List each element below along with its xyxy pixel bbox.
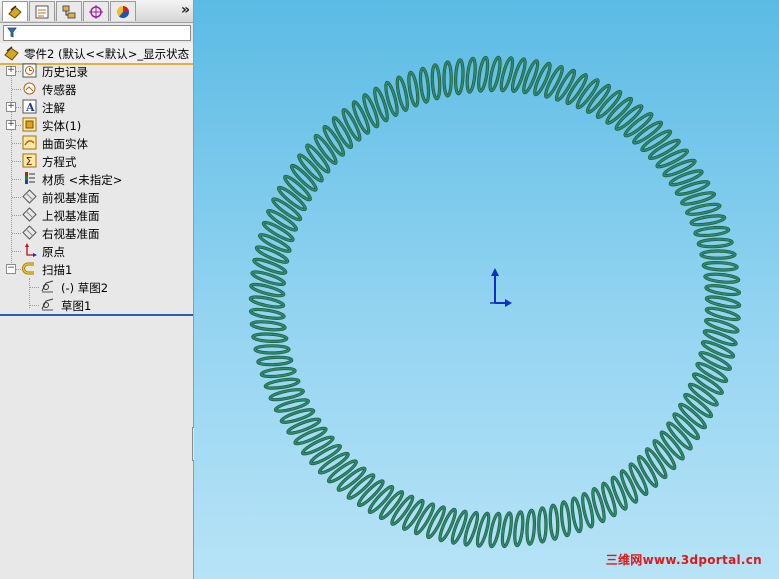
- tab-featuremanager[interactable]: [2, 1, 28, 21]
- tree-item-label: 扫描1: [42, 263, 73, 277]
- equation-icon: Σ: [22, 153, 37, 168]
- material-icon: [25, 172, 35, 184]
- tree-item-label: 方程式: [42, 155, 77, 169]
- tree-item-label: 历史记录: [42, 65, 88, 79]
- tree-item[interactable]: 曲面实体: [0, 134, 193, 152]
- tree-item[interactable]: 材质 <未指定>: [0, 170, 193, 188]
- property-manager-icon: [35, 5, 49, 19]
- sensor-icon: [23, 82, 36, 95]
- sketch-icon: [41, 298, 54, 311]
- spring-coil-highlight: [264, 378, 300, 390]
- plane-icon: [22, 189, 37, 204]
- expand-toggle[interactable]: +: [6, 120, 16, 130]
- tree-item-label: 曲面实体: [42, 137, 88, 151]
- solid-body-icon: [22, 117, 37, 132]
- tree-item[interactable]: 传感器: [0, 80, 193, 98]
- tree-child-item[interactable]: (-) 草图2: [0, 278, 193, 296]
- expand-toggle[interactable]: +: [6, 102, 16, 112]
- tree-item[interactable]: 上视基准面: [0, 206, 193, 224]
- annotation-icon: A: [22, 99, 37, 114]
- tree-item-label: 上视基准面: [42, 209, 100, 223]
- tree-connector: [16, 269, 21, 270]
- tree-connector: [30, 305, 39, 306]
- tree-item-label: 右视基准面: [42, 227, 100, 241]
- tree-item-label: 前视基准面: [42, 191, 100, 205]
- tree-connector: [12, 197, 21, 198]
- spring-coil-highlight: [249, 308, 286, 320]
- sweep-icon: [22, 262, 34, 275]
- filter-icon: [7, 27, 17, 38]
- tree-item[interactable]: + 历史记录: [0, 62, 193, 80]
- tree-connector: [16, 125, 21, 126]
- svg-text:Σ: Σ: [26, 155, 33, 168]
- tree-item[interactable]: 前视基准面: [0, 188, 193, 206]
- spring-coil-highlight: [407, 71, 419, 107]
- tree-connector: [12, 251, 21, 252]
- tree-item[interactable]: 原点: [0, 242, 193, 260]
- rollback-bar[interactable]: [0, 314, 193, 316]
- feature-manager-panel: » 零件2 (默认<<默认>_显示状态 + 历史记录传感器 + A 注解 + 实体(1) 曲面…: [0, 0, 199, 579]
- tree-item-label: (-) 草图2: [61, 281, 109, 295]
- graphics-viewport[interactable]: 三维网www.3dportal.cn: [194, 0, 779, 579]
- tree-connector: [12, 233, 21, 234]
- expand-toggle[interactable]: +: [6, 66, 16, 76]
- collapse-toggle[interactable]: −: [6, 264, 16, 274]
- tree-item-label: 材质 <未指定>: [42, 173, 123, 187]
- tree-connector: [16, 107, 21, 108]
- svg-text:A: A: [25, 101, 35, 114]
- tab-configurationmanager[interactable]: [56, 1, 82, 21]
- tree-connector: [12, 161, 21, 162]
- tree-item[interactable]: − 扫描1: [0, 260, 193, 278]
- part-icon: [4, 46, 19, 61]
- plane-icon: [22, 225, 37, 240]
- spring-coil-highlight: [704, 284, 741, 296]
- filter-field[interactable]: [3, 25, 191, 41]
- tree-child-item[interactable]: 草图1: [0, 296, 193, 314]
- tree-item-label: 原点: [42, 245, 65, 259]
- panel-tab-bar: »: [0, 0, 193, 23]
- origin-triad-icon: [490, 268, 512, 307]
- tab-propertymanager[interactable]: [29, 1, 55, 21]
- tree-connector: [12, 143, 21, 144]
- tree-item[interactable]: 右视基准面: [0, 224, 193, 242]
- tree-item[interactable]: + 实体(1): [0, 116, 193, 134]
- more-tabs-button[interactable]: »: [181, 2, 190, 18]
- dimxpert-icon: [89, 5, 103, 19]
- tab-display[interactable]: [110, 1, 136, 21]
- tree-item-label: 注解: [42, 101, 65, 115]
- tree-item-label: 实体(1): [42, 119, 82, 133]
- plane-icon: [22, 207, 37, 222]
- tree-connector: [16, 71, 21, 72]
- watermark: 三维网www.3dportal.cn: [605, 553, 762, 567]
- tree-connector: [30, 287, 39, 288]
- tab-dimxpert[interactable]: [83, 1, 109, 21]
- spring-model: [248, 55, 742, 549]
- tree-item-label: 草图1: [61, 299, 92, 313]
- spring-coil-highlight: [690, 214, 726, 226]
- origin-icon: [25, 243, 37, 257]
- feature-tree-icon: [8, 5, 22, 19]
- tree-item[interactable]: + A 注解: [0, 98, 193, 116]
- spring-coil-highlight: [477, 56, 489, 93]
- surface-body-icon: [22, 135, 37, 150]
- tree-connector: [12, 89, 21, 90]
- tree-connector: [12, 215, 21, 216]
- spring-coil-highlight: [571, 497, 583, 533]
- part-root-label: 零件2 (默认<<默认>_显示状态: [24, 47, 190, 61]
- configuration-icon: [62, 5, 76, 19]
- history-icon: [22, 63, 37, 78]
- tree-connector: [12, 179, 21, 180]
- display-manager-icon: [117, 6, 130, 19]
- tree-item-label: 传感器: [42, 83, 77, 97]
- spring-coil-highlight: [501, 511, 513, 548]
- sketch-icon: [41, 280, 54, 293]
- tree-item[interactable]: Σ 方程式: [0, 152, 193, 170]
